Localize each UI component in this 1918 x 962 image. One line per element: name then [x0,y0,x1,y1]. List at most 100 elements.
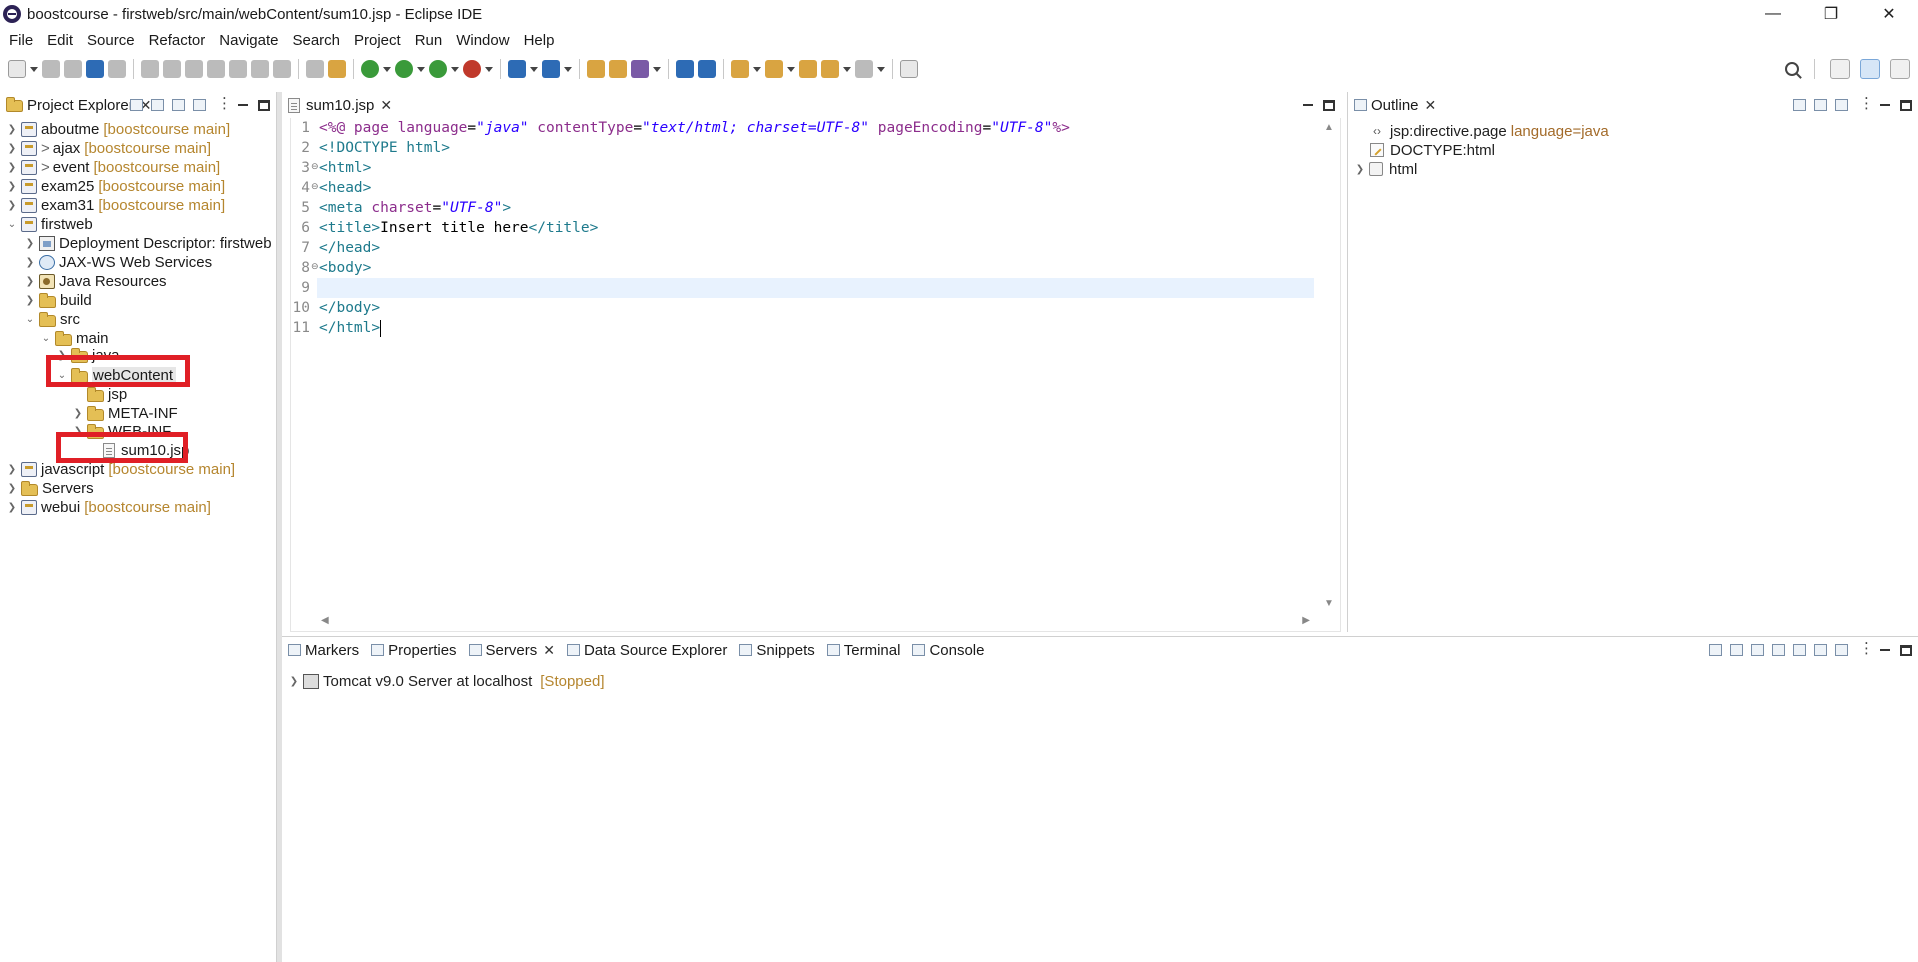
horizontal-scrollbar[interactable]: ◀ ▶ [317,613,1314,631]
start-server-icon[interactable] [1751,644,1764,656]
coverage-icon[interactable] [429,60,447,78]
tree-node[interactable]: ❯ > ajax [boostcourse main] [6,139,211,158]
collapse-all-icon[interactable] [1709,644,1722,656]
outline-node[interactable]: ‹› jsp:directive.page language=java [1370,121,1609,141]
menu-navigate[interactable]: Navigate [212,28,285,54]
chevron-down-icon[interactable]: ⌄ [40,333,52,344]
close-icon[interactable]: ✕ [380,97,392,114]
save-icon[interactable] [42,60,60,78]
menu-project[interactable]: Project [347,28,408,54]
link-with-editor-icon[interactable] [151,99,164,111]
chevron-down-icon[interactable]: ⌄ [6,219,18,230]
suspend-icon[interactable] [163,60,181,78]
menu-file[interactable]: File [2,28,40,54]
close-button[interactable]: ✕ [1860,0,1918,28]
menu-run[interactable]: Run [408,28,450,54]
new-icon[interactable] [8,60,26,78]
open-web-browser-icon[interactable] [676,60,694,78]
menu-source[interactable]: Source [80,28,142,54]
tree-node[interactable]: ❯ aboutme [boostcourse main] [6,120,230,139]
run-dropdown-icon[interactable] [417,65,425,73]
tab-outline[interactable]: Outline ✕ [1348,92,1443,118]
stop-server-icon[interactable] [1793,644,1806,656]
view-menu-icon[interactable] [1856,94,1874,112]
disconnect-icon[interactable] [207,60,225,78]
skip-breakpoints-icon[interactable] [108,60,126,78]
previous-annotation-dropdown-icon[interactable] [787,65,795,73]
minimize-view-icon[interactable] [1301,98,1315,112]
chevron-right-icon[interactable]: ❯ [6,483,18,494]
debug-icon[interactable] [361,60,379,78]
run-icon[interactable] [395,60,413,78]
chevron-right-icon[interactable]: ❯ [6,181,18,192]
maximize-view-icon[interactable] [258,99,270,111]
maximize-view-icon[interactable] [1323,99,1335,111]
tab-sum10-jsp[interactable]: sum10.jsp ✕ [282,92,399,118]
tree-node[interactable]: ❯ exam31 [boostcourse main] [6,196,225,215]
tree-node[interactable]: jsp [72,385,127,404]
chevron-right-icon[interactable]: ❯ [24,238,36,249]
view-menu-icon[interactable] [214,94,232,112]
collapse-all-icon[interactable] [1814,99,1827,111]
new-server-dropdown-icon[interactable] [530,65,538,73]
minimize-view-icon[interactable] [1878,98,1892,112]
terminal-icon[interactable] [86,60,104,78]
toggle-block-icon[interactable] [306,60,324,78]
open-type-icon[interactable] [587,60,605,78]
back-dropdown-icon[interactable] [843,65,851,73]
scroll-down-icon[interactable]: ▼ [1324,598,1334,609]
new-java-class-icon[interactable] [542,60,560,78]
filter-icon[interactable] [172,99,185,111]
outline-node[interactable]: DOCTYPE:html [1370,140,1495,160]
tab-console[interactable]: Console [906,637,990,663]
menu-refactor[interactable]: Refactor [142,28,213,54]
resume-icon[interactable] [141,60,159,78]
tree-node[interactable]: ⌄ firstweb [6,215,93,234]
chevron-right-icon[interactable]: ❯ [6,464,18,475]
tree-node[interactable]: ❯ META-INF [72,404,178,423]
debug-server-icon[interactable] [1730,644,1743,656]
close-icon[interactable]: ✕ [543,642,555,659]
link-with-editor-icon[interactable] [1835,99,1848,111]
chevron-right-icon[interactable]: ❯ [24,295,36,306]
tree-node[interactable]: ❯ exam25 [boostcourse main] [6,177,225,196]
server-row[interactable]: ❯ Tomcat v9.0 Server at localhost [Stopp… [288,671,605,691]
coverage-dropdown-icon[interactable] [451,65,459,73]
view-options-icon[interactable] [193,99,206,111]
chevron-right-icon[interactable]: ❯ [6,502,18,513]
search-tool-icon[interactable] [631,60,649,78]
tab-properties[interactable]: Properties [365,637,462,663]
restore-button[interactable]: ❐ [1802,0,1860,28]
tree-node[interactable]: ⌄ src [24,310,80,329]
menu-window[interactable]: Window [449,28,516,54]
vertical-scrollbar[interactable]: ▲ ▼ [1318,118,1340,613]
tab-data-source-explorer[interactable]: Data Source Explorer [561,637,733,663]
outline-node[interactable]: ❯ html [1354,159,1418,179]
maximize-view-icon[interactable] [1900,644,1912,656]
tree-node[interactable]: ❯ JAX-WS Web Services [24,253,212,272]
terminate-icon[interactable] [185,60,203,78]
search-tool-dropdown-icon[interactable] [653,65,661,73]
scroll-right-icon[interactable]: ▶ [1302,615,1310,626]
chevron-right-icon[interactable]: ❯ [24,257,36,268]
tab-terminal[interactable]: Terminal [821,637,907,663]
back-icon[interactable] [821,60,839,78]
open-perspective-icon[interactable] [1830,59,1850,79]
view-menu-icon[interactable] [1856,639,1874,657]
toggle-mark-occurrences-icon[interactable] [328,60,346,78]
open-task-icon[interactable] [609,60,627,78]
pin-editor-icon[interactable] [900,60,918,78]
close-icon[interactable]: ✕ [1425,97,1437,114]
search-icon[interactable] [1785,62,1799,76]
chevron-right-icon[interactable]: ❯ [288,676,300,687]
chevron-right-icon[interactable]: ❯ [72,408,84,419]
open-console-icon[interactable] [698,60,716,78]
code-area[interactable]: <%@ page language="java" contentType="te… [317,118,1314,613]
tree-node[interactable]: ❯ Java Resources [24,272,167,291]
chevron-right-icon[interactable]: ❯ [6,200,18,211]
new-java-class-dropdown-icon[interactable] [564,65,572,73]
last-edit-location-icon[interactable] [799,60,817,78]
debug-perspective-icon[interactable] [1890,59,1910,79]
save-all-icon[interactable] [64,60,82,78]
collapse-all-icon[interactable] [130,99,143,111]
